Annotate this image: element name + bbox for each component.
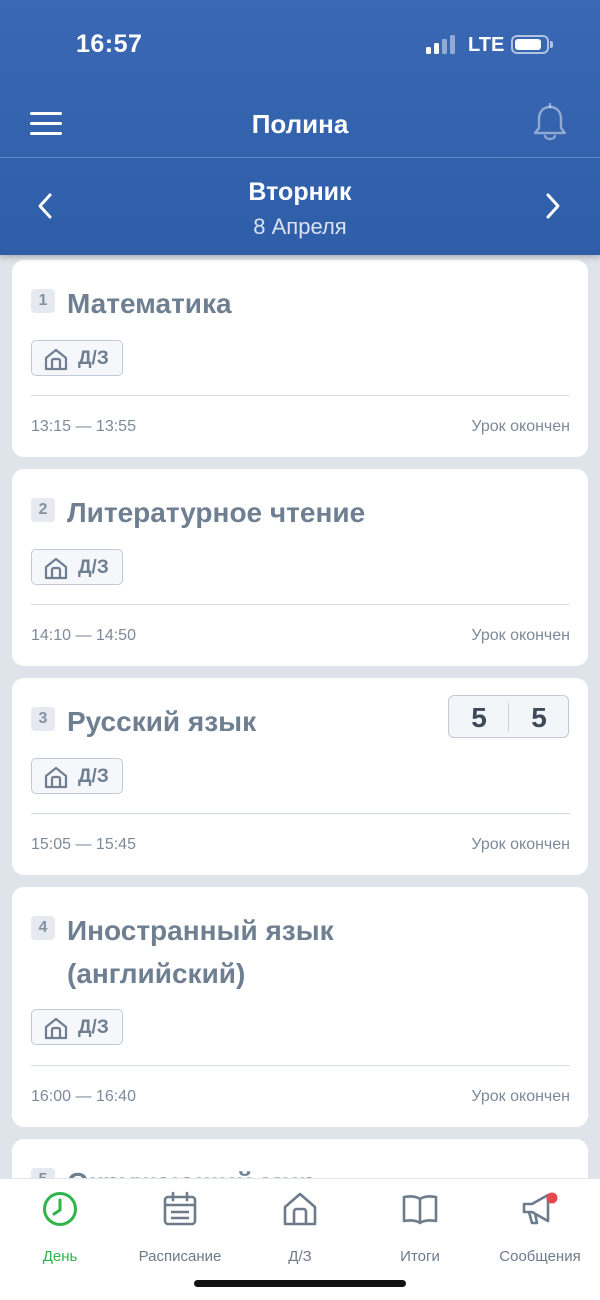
card-divider [31, 1065, 570, 1066]
home-icon [44, 1017, 68, 1040]
lesson-time: 13:15 — 13:55 [31, 418, 136, 435]
lesson-card[interactable]: 1 Математика Д/З 13:15 — 13:55 Урок окон… [12, 260, 588, 457]
card-divider [31, 813, 570, 814]
lesson-status: Урок окончен [471, 627, 570, 644]
lesson-card[interactable]: 3 Русский язык 5 5 Д/З 15:05 — 15:45 Уро… [12, 678, 588, 875]
battery-icon [511, 35, 549, 54]
battery-tip [550, 41, 553, 48]
homework-button[interactable]: Д/З [31, 340, 123, 376]
chevron-right-icon[interactable] [536, 186, 570, 226]
lesson-status: Урок окончен [471, 836, 570, 853]
day-date: 8 Апреля [253, 214, 347, 239]
lesson-title: Математика [67, 288, 232, 319]
home-indicator[interactable] [194, 1280, 406, 1287]
lesson-status: Урок окончен [471, 1088, 570, 1105]
tab-label: Расписание [138, 1248, 222, 1265]
lesson-status: Урок окончен [471, 418, 570, 435]
tab-label: Сообщения [499, 1248, 581, 1265]
book-icon [402, 1195, 438, 1225]
homework-label: Д/З [78, 348, 109, 369]
tab-label: Д/З [288, 1248, 312, 1265]
clock-icon [43, 1192, 77, 1226]
tab-homework[interactable]: Д/З [240, 1191, 360, 1271]
day-switcher: Вторник 8 Апреля [0, 158, 600, 255]
lesson-time: 16:00 — 16:40 [31, 1088, 136, 1105]
homework-label: Д/З [78, 1017, 109, 1038]
homework-button[interactable]: Д/З [31, 549, 123, 585]
lesson-card[interactable]: 5 Окружающий мир [12, 1139, 588, 1180]
megaphone-icon [522, 1192, 558, 1225]
lesson-list: 1 Математика Д/З 13:15 — 13:55 Урок окон… [0, 260, 600, 1180]
day-name: Вторник [248, 178, 352, 206]
calendar-icon [163, 1191, 197, 1226]
tab-label: День [42, 1248, 78, 1265]
card-divider [31, 604, 570, 605]
lesson-card[interactable]: 2 Литературное чтение Д/З 14:10 — 14:50 … [12, 469, 588, 666]
home-icon [283, 1192, 317, 1226]
homework-button[interactable]: Д/З [31, 758, 123, 794]
homework-label: Д/З [78, 557, 109, 578]
status-bar: 16:57 LTE [0, 0, 600, 90]
lesson-title: Иностранный язык (английский) [67, 909, 547, 995]
card-divider [31, 395, 570, 396]
homework-button[interactable]: Д/З [31, 1009, 123, 1045]
grades-box[interactable]: 5 5 [448, 695, 569, 738]
lesson-time: 14:10 — 14:50 [31, 627, 136, 644]
home-icon [44, 766, 68, 789]
cellular-signal-icon [426, 34, 458, 54]
lesson-title-line: (английский) [67, 958, 246, 989]
lesson-number: 1 [31, 289, 55, 313]
nav-bar: Полина [0, 95, 600, 157]
lesson-number: 3 [31, 707, 55, 731]
homework-label: Д/З [78, 766, 109, 787]
bell-icon[interactable] [532, 102, 568, 143]
lesson-number: 2 [31, 498, 55, 522]
grade: 5 [471, 702, 487, 733]
network-type: LTE [468, 34, 505, 56]
lesson-card[interactable]: 4 Иностранный язык (английский) Д/З 16:0… [12, 887, 588, 1127]
grade: 5 [531, 702, 547, 733]
lesson-title: Литературное чтение [67, 497, 366, 528]
home-icon [44, 557, 68, 580]
lesson-title-line: Иностранный язык [67, 915, 334, 946]
tab-label: Итоги [400, 1248, 440, 1265]
page-title: Полина [251, 109, 349, 139]
lesson-number: 4 [31, 916, 55, 940]
tab-day[interactable]: День [0, 1191, 120, 1271]
status-time: 16:57 [76, 30, 143, 58]
tab-results[interactable]: Итоги [360, 1191, 480, 1271]
home-icon [44, 348, 68, 371]
tab-schedule[interactable]: Расписание [120, 1191, 240, 1271]
lesson-time: 15:05 — 15:45 [31, 836, 136, 853]
tab-messages[interactable]: Сообщения [480, 1191, 600, 1271]
lesson-title: Русский язык [67, 706, 257, 737]
app-header: 16:57 LTE Полина Вторник 8 Апреля [0, 0, 600, 255]
